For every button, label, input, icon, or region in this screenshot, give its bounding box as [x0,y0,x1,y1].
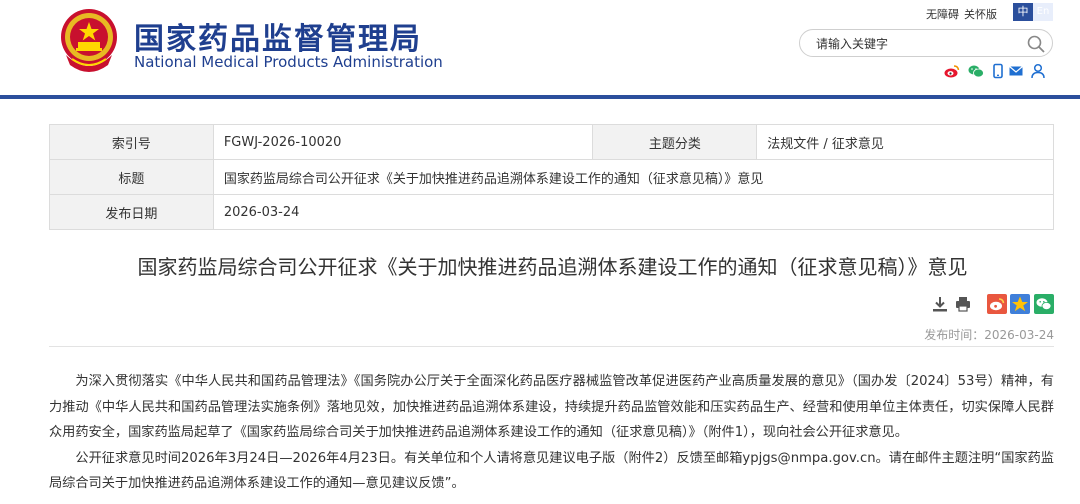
site-name-cn[interactable]: 国家药品监督管理局 [134,14,422,58]
article-body: 为深入贯彻落实《中华人民共和国药品管理法》《国务院办公厅关于全面深化药品医疗器械… [49,369,1054,497]
search-input[interactable] [814,34,1018,54]
topic-value: 法规文件 / 征求意见 [756,124,1054,160]
print-icon[interactable] [954,295,972,313]
download-icon[interactable] [931,295,949,313]
publish-time: 发布时间：2026-03-24 [924,328,1054,342]
article-title: 国家药监局综合司公开征求《关于加快推进药品追溯体系建设工作的通知（征求意见稿）》… [137,255,968,279]
mobile-icon[interactable] [990,63,1006,79]
date-label: 发布日期 [49,194,214,230]
header-divider [0,95,1080,99]
table-row: 发布日期 2026-03-24 [49,194,1055,230]
mail-icon[interactable] [1008,63,1024,79]
table-row: 标题 国家药监局综合司公开征求《关于加快推进药品追溯体系建设工作的通知（征求意见… [49,159,1055,195]
search-icon[interactable] [1026,34,1046,54]
document-meta-table: 索引号 FGWJ-2026-10020 主题分类 法规文件 / 征求意见 标题 … [49,124,1055,230]
national-emblem-icon[interactable] [58,7,120,73]
share-qzone-icon[interactable] [1010,294,1030,314]
site-name-en[interactable]: National Medical Products Administration [134,53,443,71]
search-box [799,29,1053,57]
lang-zh-button[interactable]: 中 [1013,3,1033,21]
share-weibo-icon[interactable] [987,294,1007,314]
share-wechat-icon[interactable] [1034,294,1054,314]
index-value: FGWJ-2026-10020 [212,124,594,160]
wechat-icon[interactable] [968,63,984,79]
title-value: 国家药监局综合司公开征求《关于加快推进药品追溯体系建设工作的通知（征求意见稿）》… [212,159,1055,195]
date-value: 2026-03-24 [212,194,1055,230]
index-label: 索引号 [49,124,214,160]
accessibility-link[interactable]: 无障碍 [926,6,959,22]
paragraph: 为深入贯彻落实《中华人民共和国药品管理法》《国务院办公厅关于全面深化药品医疗器械… [49,374,1054,440]
care-mode-link[interactable]: 关怀版 [964,6,997,22]
content-divider [49,346,1054,347]
table-row: 索引号 FGWJ-2026-10020 主题分类 法规文件 / 征求意见 [49,124,1054,160]
weibo-icon[interactable] [944,63,960,79]
lang-en-button[interactable]: En [1033,3,1053,21]
paragraph: 公开征求意见时间2026年3月24日—2026年4月23日。有关单位和个人请将意… [49,450,1054,492]
user-icon[interactable] [1030,63,1046,79]
site-header: 国家药品监督管理局 National Medical Products Admi… [0,0,1080,96]
topic-label: 主题分类 [592,124,758,160]
title-label: 标题 [49,159,214,195]
